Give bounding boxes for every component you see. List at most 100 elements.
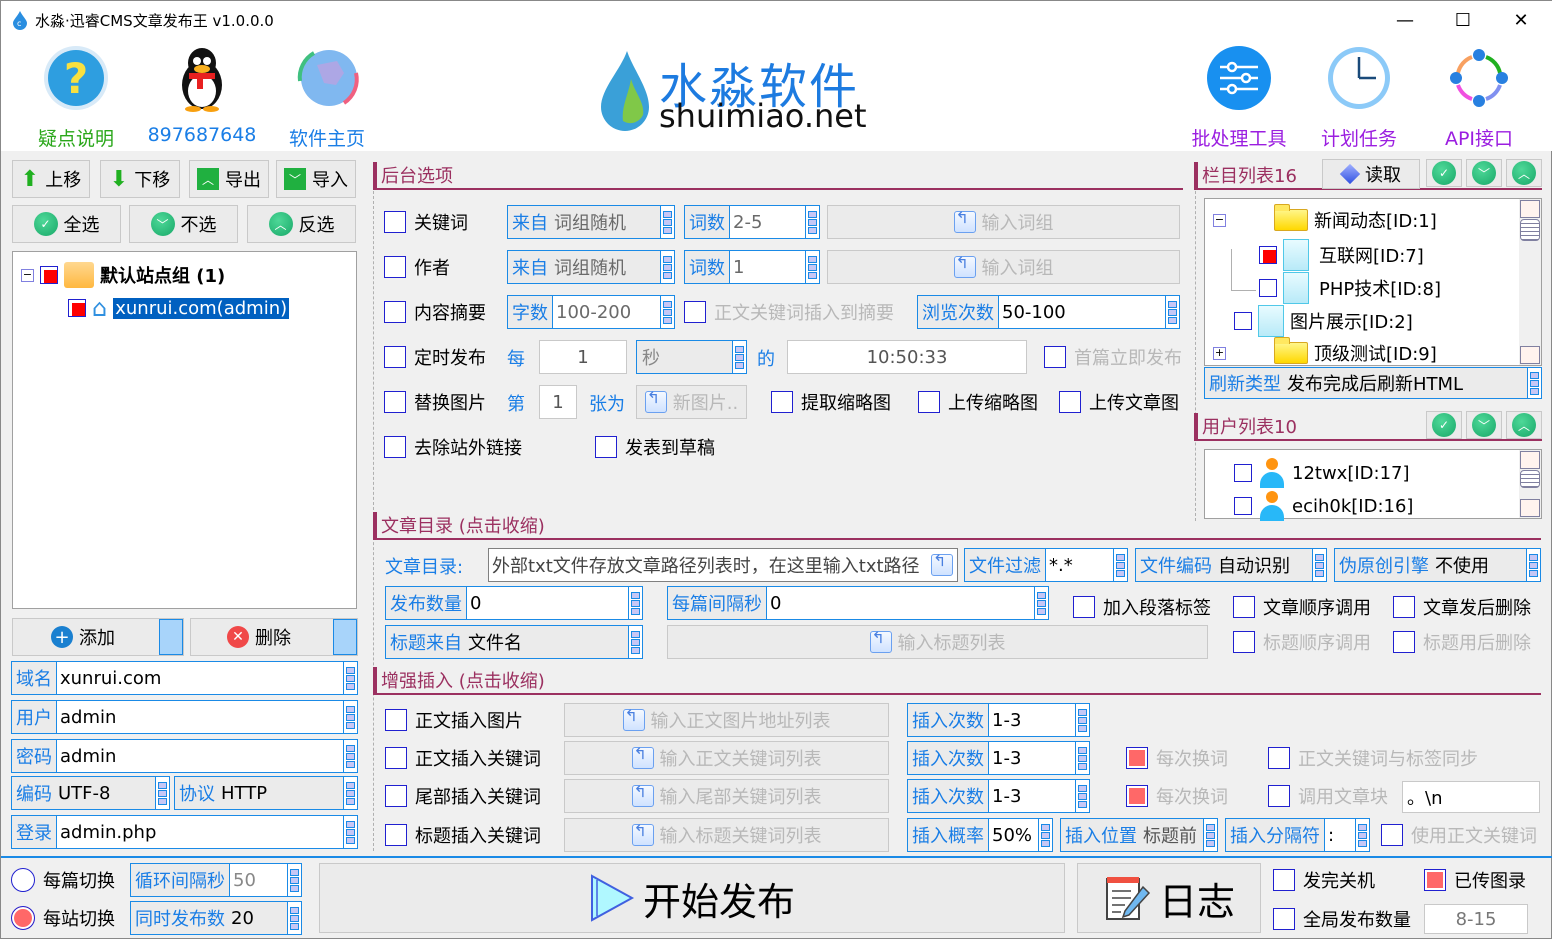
new-image-button[interactable]: 新图片.. [636, 385, 747, 419]
article-block-checkbox[interactable] [1268, 785, 1290, 807]
login-field[interactable]: 登录 admin.php [11, 815, 358, 849]
category-checkbox[interactable] [1234, 312, 1252, 330]
batch-tool-button[interactable]: 批处理工具 [1184, 43, 1294, 151]
category-select-all-button[interactable]: ✓ [1426, 159, 1462, 187]
user-select-none-button[interactable]: ﹀ [1466, 411, 1502, 439]
article-interval-field[interactable]: 每篇间隔秒 0 [667, 586, 1049, 620]
invert-selection-button[interactable]: ︿ 反选 [247, 205, 356, 243]
publish-count-input[interactable]: 0 [466, 587, 628, 619]
keyword-count-input[interactable]: 2-5 [729, 206, 805, 238]
category-item[interactable]: 互联网[ID:7] [1259, 239, 1424, 271]
scroll-up-button[interactable] [1520, 451, 1540, 469]
login-input[interactable]: admin.php [56, 816, 343, 848]
insert-separator-input[interactable]: : [1324, 819, 1355, 851]
file-filter-field[interactable]: 文件过滤 *.* [964, 548, 1128, 582]
title-order-checkbox[interactable] [1233, 631, 1255, 653]
first-now-checkbox[interactable] [1044, 346, 1066, 368]
article-directory-header[interactable]: 文章目录 (点击收缩) [373, 512, 1541, 540]
article-dir-input[interactable]: 外部txt文件存放文章路径列表时，在这里输入txt路径 [488, 548, 958, 582]
insert-times-input[interactable]: 1-3 [988, 742, 1075, 774]
author-checkbox[interactable] [384, 256, 406, 278]
password-field[interactable]: 密码 admin [11, 739, 358, 773]
upload-article-image-checkbox[interactable] [1059, 391, 1081, 413]
pseudo-original-select[interactable]: 伪原创引擎 不使用 [1334, 548, 1541, 582]
author-input-phrases-button[interactable]: 输入词组 [827, 250, 1180, 284]
time-unit-spin[interactable] [732, 341, 746, 373]
insert-body-kw-option[interactable]: 正文插入关键词 [385, 745, 541, 771]
user-list[interactable]: 12twx[ID:17] ecih0k[ID:16] [1204, 449, 1542, 521]
extract-thumb-option[interactable]: 提取缩略图 [771, 389, 891, 415]
login-spin[interactable] [343, 816, 357, 848]
insert-tail-kw-checkbox[interactable] [385, 785, 407, 807]
author-option[interactable]: 作者 [384, 254, 450, 280]
insert-separator-spin[interactable] [1355, 819, 1369, 851]
category-tree[interactable]: − 新闻动态[ID:1] 互联网[ID:7] PHP技术[ID:8] 图片展示[… [1204, 198, 1542, 366]
insert-probability-input[interactable]: 50% [988, 819, 1038, 851]
group-checkbox[interactable] [40, 266, 58, 284]
loop-interval-field[interactable]: 循环间隔秒 50 [130, 863, 302, 897]
views-input[interactable]: 50-100 [998, 296, 1165, 328]
tree-group-row[interactable]: − 默认站点组 (1) [21, 262, 225, 288]
protocol-spin[interactable] [343, 777, 357, 809]
draft-option[interactable]: 发表到草稿 [595, 434, 715, 460]
refresh-type-select[interactable]: 刷新类型 发布完成后刷新HTML [1204, 367, 1542, 399]
swap-word-checkbox[interactable] [1126, 747, 1148, 769]
use-body-kw-checkbox[interactable] [1381, 824, 1403, 846]
category-scrollbar[interactable] [1519, 199, 1541, 365]
export-button[interactable]: ︿ 导出 [189, 160, 269, 198]
user-field[interactable]: 用户 admin [11, 700, 358, 734]
tree-site-row[interactable]: ⌂ xunrui.com(admin) [68, 294, 290, 322]
user-item[interactable]: 12twx[ID:17] [1234, 458, 1410, 488]
keyword-source-spin[interactable] [660, 206, 674, 238]
insert-title-kw-option[interactable]: 标题插入关键词 [385, 822, 541, 848]
global-count-checkbox[interactable] [1273, 908, 1295, 930]
upload-article-image-option[interactable]: 上传文章图 [1059, 389, 1179, 415]
extract-thumb-checkbox[interactable] [771, 391, 793, 413]
encoding-spin[interactable] [155, 777, 169, 809]
shutdown-after-option[interactable]: 发完关机 [1273, 867, 1375, 893]
keyword-option[interactable]: 关键词 [384, 209, 468, 235]
insert-times-spin[interactable] [1075, 742, 1089, 774]
domain-spin[interactable] [343, 662, 357, 694]
image-url-list-button[interactable]: 输入正文图片地址列表 [564, 703, 889, 737]
tail-kw-times-field[interactable]: 插入次数 1-3 [907, 779, 1090, 813]
title-kw-list-button[interactable]: 输入标题关键词列表 [564, 818, 889, 852]
read-categories-button[interactable]: 读取 [1322, 159, 1420, 189]
per-article-radio[interactable] [11, 868, 35, 892]
article-block-input[interactable]: 。\n [1402, 781, 1540, 813]
keyword-source-select[interactable]: 来自 词组随机 [507, 205, 675, 239]
per-site-switch-option[interactable]: 每站切换 [11, 905, 115, 931]
category-item[interactable]: PHP技术[ID:8] [1259, 272, 1441, 304]
category-item[interactable]: − 新闻动态[ID:1] [1213, 204, 1437, 233]
domain-input[interactable]: xunrui.com [56, 662, 343, 694]
swap-word-option[interactable]: 每次换词 [1126, 745, 1228, 771]
minimize-button[interactable]: — [1376, 1, 1434, 39]
insert-tail-kw-option[interactable]: 尾部插入关键词 [385, 783, 541, 809]
author-count-spin[interactable] [805, 251, 819, 283]
draft-checkbox[interactable] [595, 436, 617, 458]
homepage-button[interactable]: 软件主页 [272, 43, 382, 151]
schedule-button[interactable]: 计划任务 [1304, 43, 1414, 151]
concurrent-select[interactable]: 同时发布数 20 [130, 901, 302, 935]
title-source-spin[interactable] [628, 626, 642, 658]
loop-interval-input[interactable]: 50 [229, 864, 287, 896]
scroll-thumb[interactable] [1520, 470, 1540, 488]
insert-times-input[interactable]: 1-3 [988, 704, 1075, 736]
protocol-select[interactable]: 协议 HTTP [174, 776, 358, 810]
category-item[interactable]: 图片展示[ID:2] [1234, 305, 1413, 337]
delete-after-checkbox[interactable] [1393, 596, 1415, 618]
timed-publish-checkbox[interactable] [384, 346, 406, 368]
insert-probability-spin[interactable] [1038, 819, 1052, 851]
kw-tag-sync-checkbox[interactable] [1268, 747, 1290, 769]
keyword-count-spin[interactable] [805, 206, 819, 238]
start-publish-button[interactable]: 开始发布 [319, 863, 1065, 933]
article-order-checkbox[interactable] [1233, 596, 1255, 618]
user-scrollbar[interactable] [1519, 450, 1541, 518]
close-button[interactable]: ✕ [1492, 1, 1550, 39]
insert-body-kw-checkbox[interactable] [385, 747, 407, 769]
category-checkbox[interactable] [1259, 246, 1277, 264]
swap-word-checkbox[interactable] [1126, 785, 1148, 807]
category-invert-button[interactable]: ︿ [1506, 159, 1542, 187]
kw-to-summary-option[interactable]: 正文关键词插入到摘要 [684, 299, 894, 325]
expand-icon[interactable]: + [1213, 346, 1226, 360]
